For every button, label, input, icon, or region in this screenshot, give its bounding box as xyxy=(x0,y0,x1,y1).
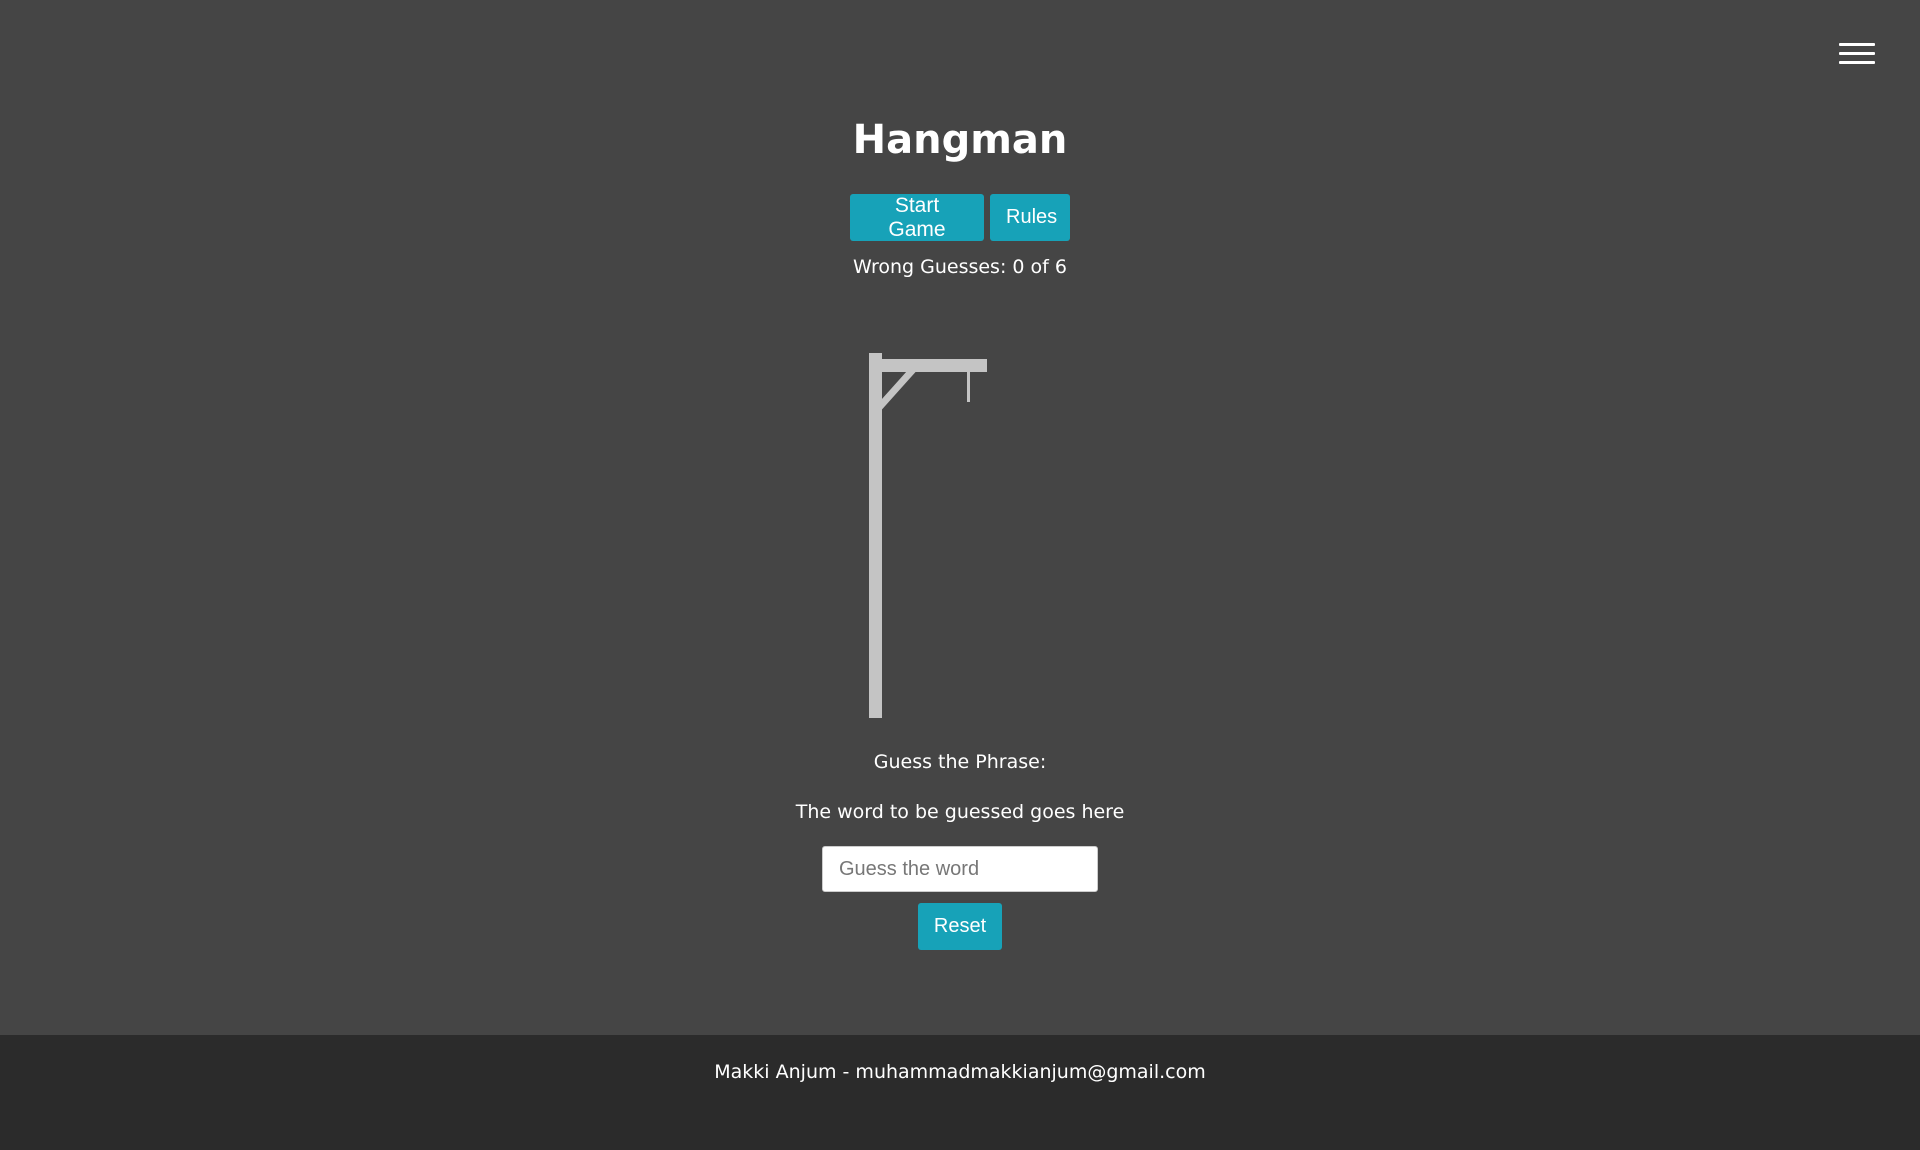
page: Hangman Start Game Rules Wrong Guesses: … xyxy=(0,0,1920,1150)
wrong-guesses-counter: Wrong Guesses: 0 of 6 xyxy=(853,256,1067,278)
hamburger-menu-icon[interactable] xyxy=(1839,43,1875,69)
menu-bar-middle xyxy=(1839,52,1875,55)
menu-bar-top xyxy=(1839,43,1875,46)
phrase-label: Guess the Phrase: xyxy=(873,751,1047,773)
phrase-display: The word to be guessed goes here xyxy=(795,801,1125,823)
gallows-icon xyxy=(869,353,987,718)
footer-credit: Makki Anjum - muhammadmakkianjum@gmail.c… xyxy=(714,1061,1206,1083)
menu-bar-bottom xyxy=(1839,61,1875,64)
gallows-rope xyxy=(967,370,970,402)
game-controls: Start Game Rules xyxy=(0,194,1920,241)
start-game-button[interactable]: Start Game xyxy=(850,194,984,241)
rules-button[interactable]: Rules xyxy=(990,194,1070,241)
reset-button[interactable]: Reset xyxy=(918,903,1002,950)
guess-input[interactable] xyxy=(822,846,1098,892)
main-content: Hangman Start Game Rules Wrong Guesses: … xyxy=(0,0,1920,1035)
footer: Makki Anjum - muhammadmakkianjum@gmail.c… xyxy=(0,1035,1920,1150)
page-title: Hangman xyxy=(852,117,1068,163)
